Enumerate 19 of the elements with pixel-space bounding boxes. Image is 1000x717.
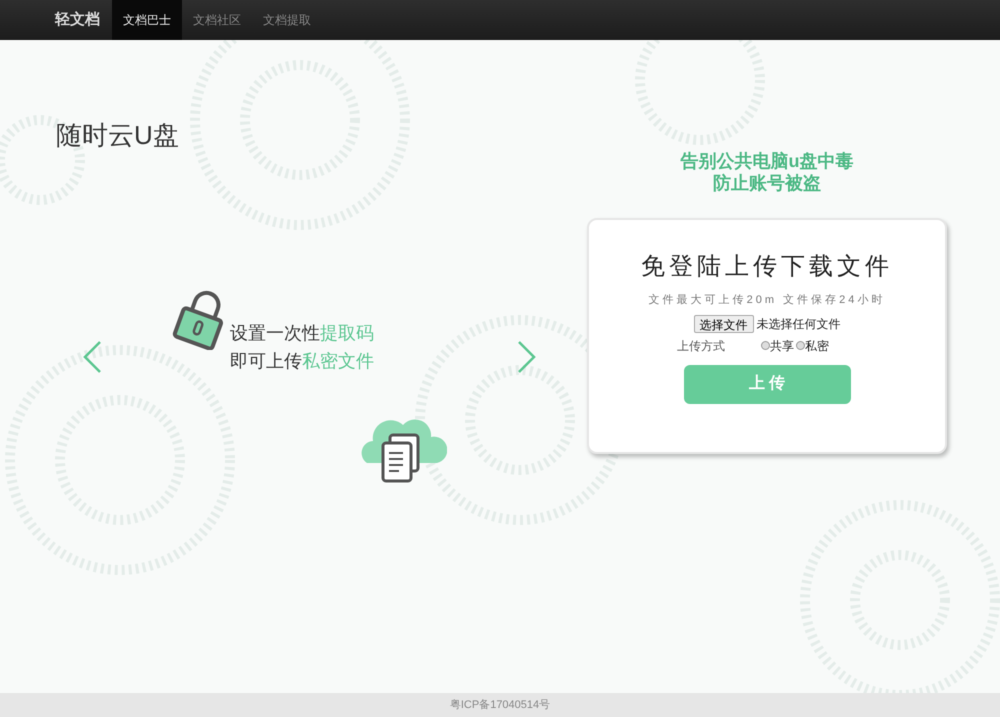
nav-tab[interactable]: 文档提取 [252,0,322,40]
choose-file-button[interactable]: 选择文件 [694,314,754,332]
nav-tab[interactable]: 文档社区 [182,0,252,40]
icp-license-text: 粤ICP备17040514号 [450,698,550,713]
previous-arrow-icon[interactable] [82,340,102,374]
slogan-text: 告别公共电脑u盘中毒 [680,150,854,172]
slogan-text: 防止账号被盗 [713,172,821,194]
radio-option[interactable]: 共享 [761,336,794,354]
radio-option[interactable]: 私密 [796,336,829,354]
file-status-text: 未选择任何文件 [756,316,840,332]
card-title: 免登陆上传下载文件 [641,251,893,282]
page-title: 随时云U盘 [56,119,179,152]
upload-limits-text: 文件最大可上传20m 文件保存24小时 [648,292,886,308]
slide-caption: 即可上传私密文件 [230,350,374,374]
upload-mode-label: 上传方式 [677,338,726,354]
brand-logo[interactable]: 轻文档 [55,0,112,40]
next-arrow-icon[interactable] [517,340,537,374]
slide-caption: 设置一次性提取码 [230,322,374,346]
nav-tab[interactable]: 文档巴士 [112,0,182,40]
